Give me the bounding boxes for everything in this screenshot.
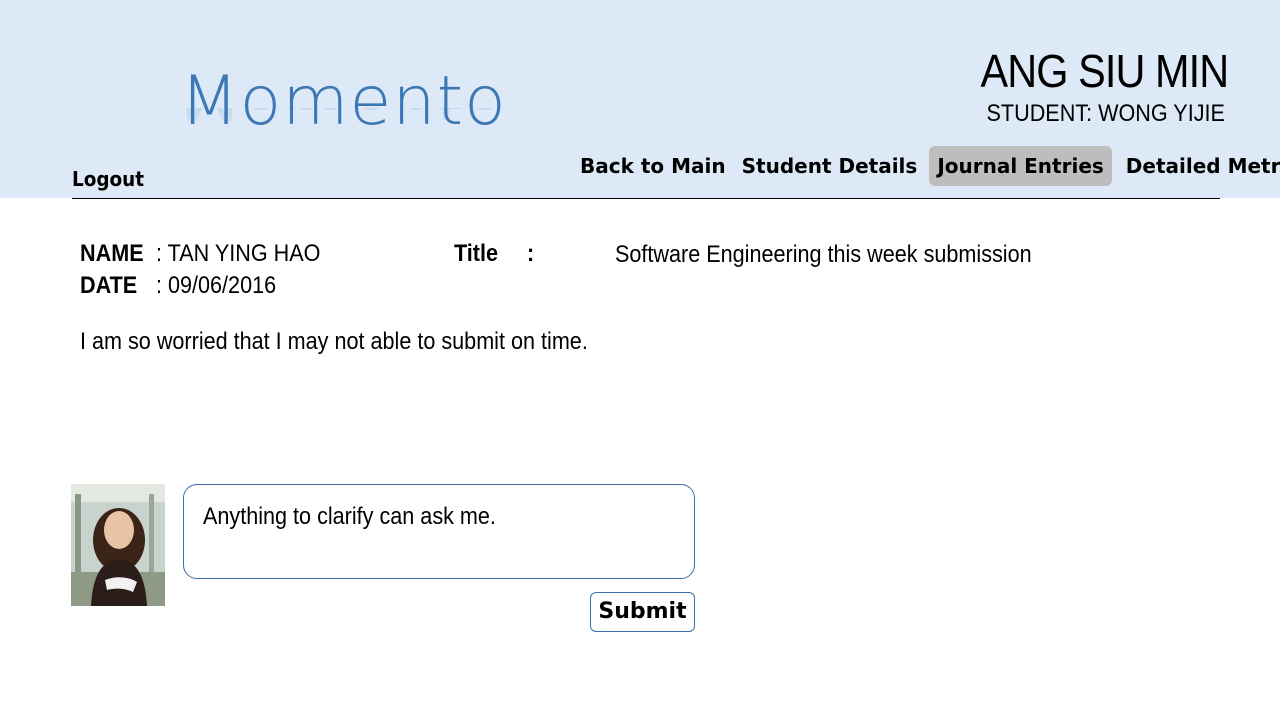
nav-back-to-main[interactable]: Back to Main: [572, 146, 734, 186]
student-label: STUDENT: WONG YIJIE: [986, 100, 1225, 127]
header-bar: Momento Momento ANG SIU MIN STUDENT: WON…: [0, 0, 1280, 198]
logout-link[interactable]: Logout: [72, 167, 144, 191]
avatar: [71, 484, 165, 606]
nav-journal-entries[interactable]: Journal Entries: [929, 146, 1112, 186]
comment-text: Anything to clarify can ask me.: [203, 503, 496, 530]
main-nav: Back to Main Student Details Journal Ent…: [572, 146, 1280, 186]
nav-detailed-metrics[interactable]: Detailed Metrics: [1118, 146, 1280, 186]
name-value: : TAN YING HAO: [156, 240, 321, 267]
journal-entry-page: Momento Momento ANG SIU MIN STUDENT: WON…: [0, 0, 1280, 720]
header-divider: [72, 198, 1220, 199]
comment-input[interactable]: Anything to clarify can ask me.: [183, 484, 695, 579]
submit-button[interactable]: Submit: [590, 592, 695, 632]
journal-body: I am so worried that I may not able to s…: [80, 328, 588, 355]
title-value: Software Engineering this week submissio…: [615, 241, 1032, 268]
app-logo: Momento Momento: [180, 62, 507, 162]
date-label: DATE: [80, 272, 138, 299]
name-label: NAME: [80, 240, 144, 267]
nav-student-details[interactable]: Student Details: [734, 146, 926, 186]
title-colon: :: [527, 240, 535, 267]
user-name: ANG SIU MIN: [980, 45, 1229, 97]
user-avatar-icon: [71, 484, 165, 606]
logo-reflection: Momento: [180, 108, 507, 134]
title-label: Title: [454, 240, 499, 267]
date-value: : 09/06/2016: [156, 272, 277, 299]
